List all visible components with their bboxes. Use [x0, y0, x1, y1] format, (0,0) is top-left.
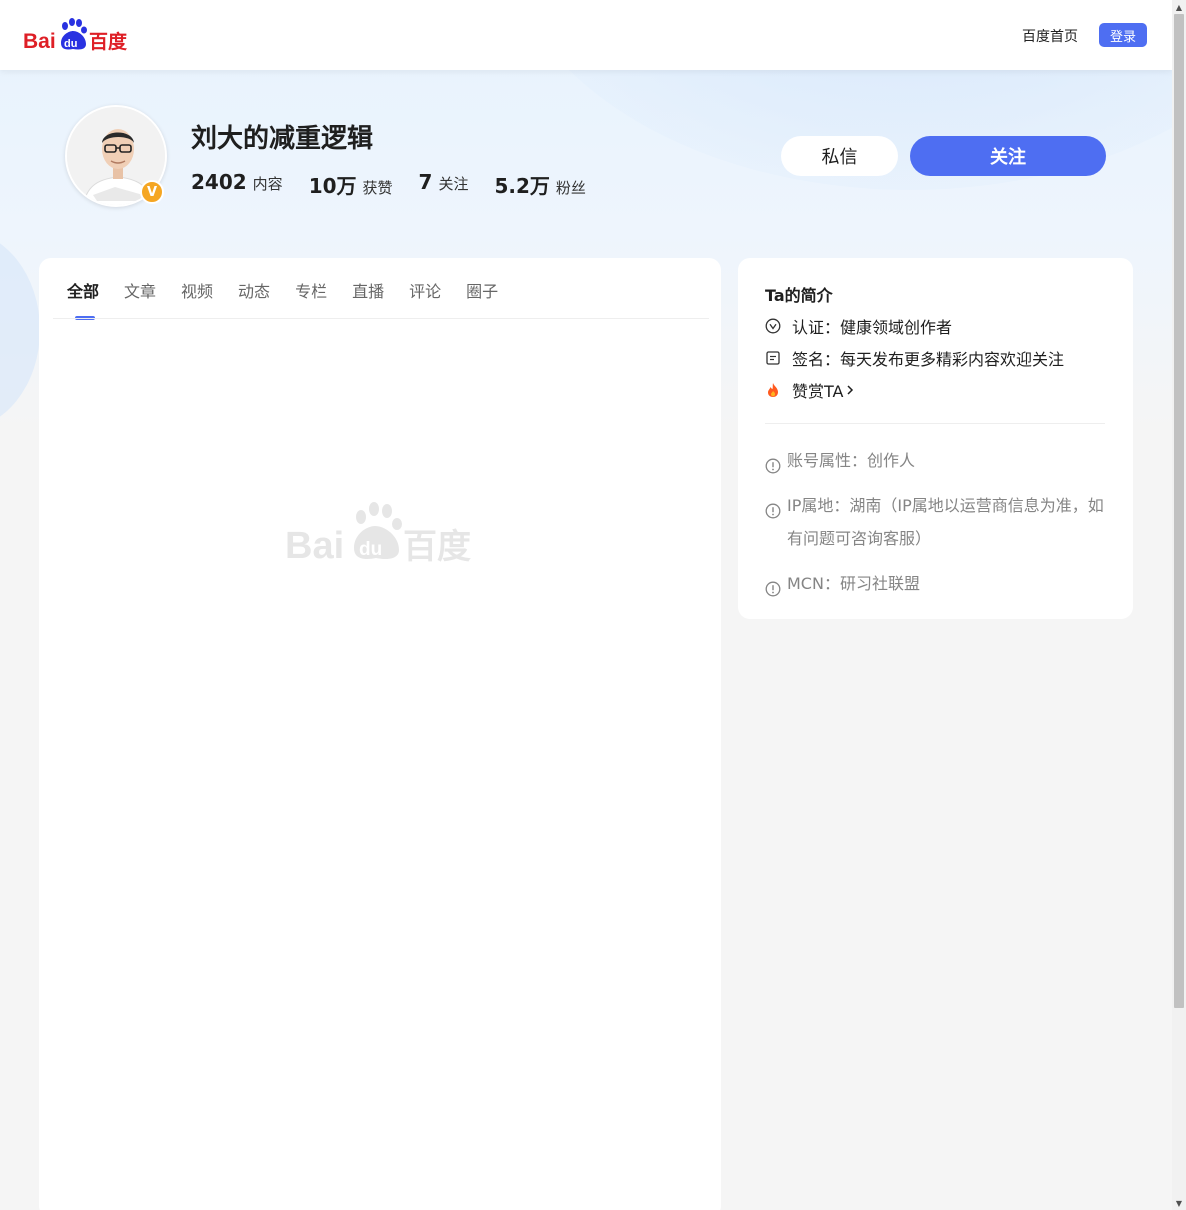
tab-updates[interactable]: 动态	[238, 278, 270, 302]
svg-text:Bai: Bai	[285, 525, 344, 564]
intro-panel: Ta的简介 认证：健康领域创作者 签名：每天发布更多精彩内容欢迎关注 赞赏TA …	[738, 258, 1133, 619]
svg-text:du: du	[64, 38, 77, 50]
tab-columns[interactable]: 专栏	[295, 278, 327, 302]
mcn-row: MCN：研习社联盟	[765, 567, 1110, 600]
stat-number: 5.2万	[494, 174, 550, 198]
mcn-text: MCN：研习社联盟	[787, 574, 920, 593]
chevron-right-icon	[846, 384, 854, 396]
tab-divider	[53, 318, 709, 319]
tab-comments[interactable]: 评论	[409, 278, 441, 302]
stat-number: 7	[418, 170, 433, 194]
stat-label: 获赞	[362, 179, 393, 197]
scrollbar-thumb[interactable]	[1174, 14, 1184, 1008]
scroll-down-arrow-icon[interactable]: ▼	[1172, 1196, 1186, 1210]
intro-divider	[765, 423, 1105, 424]
page-scrollbar[interactable]: ▲ ▼	[1172, 0, 1186, 1210]
svg-text:百度: 百度	[89, 30, 128, 53]
fire-icon	[765, 382, 781, 398]
tab-all[interactable]: 全部	[67, 278, 99, 320]
signature-text: 签名：每天发布更多精彩内容欢迎关注	[792, 350, 1065, 369]
note-icon	[765, 350, 781, 366]
stat-label: 关注	[438, 175, 469, 193]
certification-text: 认证：健康领域创作者	[792, 318, 953, 337]
stat-number: 10万	[308, 174, 357, 198]
reward-text: 赞赏TA	[792, 382, 844, 401]
svg-text:百度: 百度	[403, 527, 471, 564]
check-circle-icon	[765, 318, 781, 334]
reward-link[interactable]: 赞赏TA	[765, 378, 854, 402]
signature-row: 签名：每天发布更多精彩内容欢迎关注	[765, 346, 1064, 370]
stat-likes: 10万 获赞	[309, 170, 393, 199]
account-type-row: 账号属性：创作人	[765, 444, 1110, 477]
baidu-home-link[interactable]: 百度首页	[1022, 26, 1078, 46]
svg-text:du: du	[359, 539, 382, 560]
tab-articles[interactable]: 文章	[124, 278, 156, 302]
scroll-up-arrow-icon[interactable]: ▲	[1172, 0, 1186, 14]
stat-number: 2402	[191, 170, 247, 194]
intro-title: Ta的简介	[765, 286, 833, 305]
exclamation-circle-icon	[765, 497, 781, 519]
baidu-watermark-logo: Bai du 百度	[285, 502, 471, 564]
account-type-text: 账号属性：创作人	[787, 451, 916, 470]
hero-decoration-left	[0, 230, 40, 430]
tab-circles[interactable]: 圈子	[466, 278, 498, 302]
content-panel: 全部 文章 视频 动态 专栏 直播 评论 圈子 Bai du 百度	[39, 258, 721, 1210]
tab-live[interactable]: 直播	[352, 278, 384, 302]
top-header: Bai du 百度 百度首页 登录	[0, 0, 1172, 70]
content-tabs: 全部 文章 视频 动态 专栏 直播 评论 圈子	[67, 278, 523, 320]
stat-label: 内容	[252, 175, 283, 193]
ip-location-text: IP属地：湖南（IP属地以运营商信息为准，如有问题可咨询客服）	[787, 496, 1104, 548]
svg-text:Bai: Bai	[23, 30, 56, 53]
verified-badge: V	[140, 180, 164, 204]
private-message-button[interactable]: 私信	[781, 136, 898, 176]
stat-following[interactable]: 7 关注	[419, 170, 469, 199]
tab-videos[interactable]: 视频	[181, 278, 213, 302]
author-name: 刘大的减重逻辑	[191, 124, 374, 154]
stat-fans[interactable]: 5.2万 粉丝	[494, 170, 585, 199]
login-button[interactable]: 登录	[1099, 23, 1147, 47]
baidu-logo[interactable]: Bai du 百度	[23, 17, 129, 53]
exclamation-circle-icon	[765, 452, 781, 474]
exclamation-circle-icon	[765, 575, 781, 597]
certification-row: 认证：健康领域创作者	[765, 314, 952, 338]
stat-label: 粉丝	[555, 179, 586, 197]
profile-stats: 2402 内容 10万 获赞 7 关注 5.2万 粉丝	[191, 170, 612, 199]
ip-location-row: IP属地：湖南（IP属地以运营商信息为准，如有问题可咨询客服）	[765, 489, 1110, 555]
follow-button[interactable]: 关注	[910, 136, 1106, 176]
stat-content[interactable]: 2402 内容	[191, 170, 283, 199]
